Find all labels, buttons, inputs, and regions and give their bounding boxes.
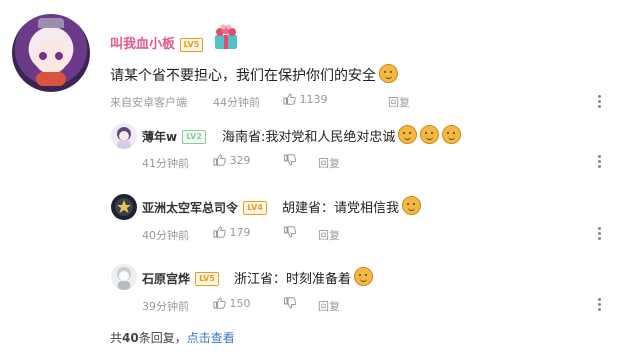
doge-emoji-icon: [398, 125, 418, 144]
reply-username-row: 薄年w LV2: [142, 126, 206, 145]
reply-total-count: 40: [122, 331, 139, 345]
level-badge: LV5: [195, 271, 219, 286]
doge-emoji-icon: [354, 267, 374, 286]
reply-username[interactable]: 薄年w: [142, 130, 177, 144]
main-comment-text-row: 请某个省不要担心，我们在保护你们的安全: [110, 64, 398, 85]
reply-username-row: 石原宫烨 LV5: [142, 268, 219, 287]
reply-text: 浙江省：时刻准备着: [234, 272, 352, 287]
thumbs-down-icon[interactable]: [283, 226, 297, 238]
main-comment-time: 44分钟前: [213, 96, 260, 109]
reply-count-footer: 共40条回复，点击查看: [110, 329, 235, 346]
avatar[interactable]: [111, 123, 137, 149]
avatar[interactable]: [111, 194, 137, 220]
thumbs-up-icon: [213, 154, 226, 166]
thumbs-up-icon: [213, 297, 226, 309]
doge-emoji-icon: [420, 125, 440, 144]
level-badge: LV2: [182, 129, 206, 144]
more-options-icon[interactable]: [598, 153, 602, 170]
reply-username[interactable]: 石原宫烨: [142, 272, 190, 286]
thumbs-up-icon: [283, 93, 296, 105]
like-button[interactable]: 329: [213, 154, 251, 167]
like-count: 150: [229, 297, 251, 310]
main-username-row: 叫我血小板 LV5: [110, 33, 204, 52]
reply-button[interactable]: 回复: [318, 298, 340, 314]
footer-prefix: 共: [110, 331, 123, 345]
like-button[interactable]: 150: [213, 297, 251, 310]
like-count: 179: [229, 226, 251, 239]
doge-emoji-icon: [379, 64, 398, 83]
reply-text: 海南省:我对党和人民绝对忠诚: [222, 130, 396, 145]
main-comment-text: 请某个省不要担心，我们在保护你们的安全: [110, 68, 376, 84]
avatar[interactable]: [111, 264, 137, 290]
thumbs-down-icon[interactable]: [283, 297, 297, 309]
reply-time: 40分钟前: [142, 229, 189, 242]
thumbs-down-icon[interactable]: [283, 154, 297, 166]
view-replies-link[interactable]: 点击查看: [187, 331, 235, 345]
main-username[interactable]: 叫我血小板: [110, 37, 175, 52]
reply-time: 39分钟前: [142, 300, 189, 313]
chibi-avatar-icon: [117, 267, 131, 290]
level-badge: LV4: [243, 200, 267, 215]
more-options-icon[interactable]: [598, 93, 602, 110]
anime-avatar-icon: [117, 127, 131, 149]
reply-username-row: 亚洲太空军总司令 LV4: [142, 197, 267, 216]
avatar-food: [36, 72, 66, 86]
reply-text: 胡建省：请党相信我: [282, 201, 400, 216]
reply-button[interactable]: 回复: [318, 155, 340, 171]
thumbs-up-icon: [213, 226, 226, 238]
avatar[interactable]: [12, 14, 90, 92]
level-badge: LV5: [179, 37, 204, 52]
reply-button[interactable]: 回复: [388, 94, 410, 110]
more-options-icon[interactable]: [598, 296, 602, 313]
more-options-icon[interactable]: [598, 225, 602, 242]
reply-text-row: 胡建省：请党相信我: [282, 196, 422, 216]
reply-button[interactable]: 回复: [318, 227, 340, 243]
like-button[interactable]: 1139: [283, 93, 328, 106]
avatar-eye: [55, 52, 63, 60]
reply-time: 41分钟前: [142, 157, 189, 170]
crown-icon: [38, 18, 64, 28]
footer-suffix: 条回复，: [138, 331, 187, 345]
like-count: 1139: [299, 93, 328, 106]
military-emblem-icon: [115, 198, 133, 216]
reply-text-row: 海南省:我对党和人民绝对忠诚: [222, 125, 462, 145]
like-count: 329: [229, 154, 251, 167]
reply-text-row: 浙江省：时刻准备着: [234, 267, 374, 287]
main-comment-source: 来自安卓客户端: [110, 96, 187, 109]
doge-emoji-icon: [442, 125, 462, 144]
reply-username[interactable]: 亚洲太空军总司令: [142, 201, 238, 215]
doge-emoji-icon: [402, 196, 422, 215]
like-button[interactable]: 179: [213, 226, 251, 239]
avatar-eye: [39, 52, 47, 60]
gift-box-icon: [215, 24, 237, 49]
